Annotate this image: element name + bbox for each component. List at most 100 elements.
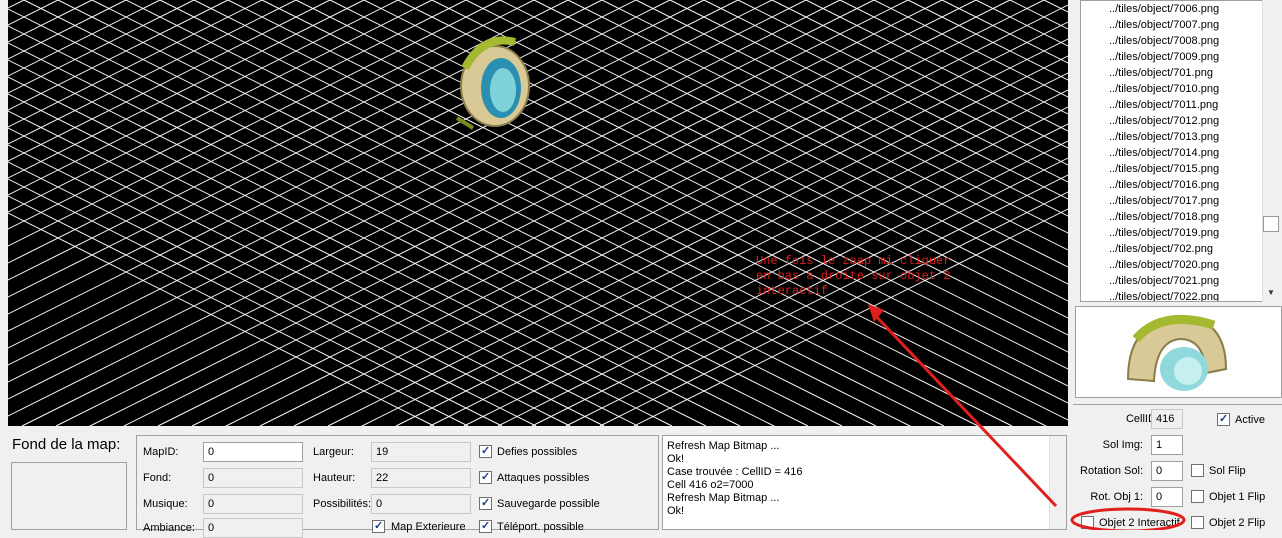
log-line: Ok! (667, 453, 685, 465)
tile-list-item[interactable]: ../tiles/object/7013.png (1081, 129, 1279, 145)
attaques-checkbox[interactable] (479, 470, 492, 484)
possibilites-label: Possibilités: (313, 498, 372, 510)
sol-flip-label: Sol Flip (1209, 465, 1246, 477)
grid-line (8, 212, 435, 426)
grid-line (907, 0, 1068, 81)
cellid-label: CellID: (1125, 413, 1159, 425)
attaques-label: Attaques possibles (497, 472, 590, 484)
grid-line (599, 191, 1068, 426)
largeur-label: Largeur: (313, 446, 354, 458)
musique-label: Musique: (143, 498, 188, 510)
tile-list-item[interactable]: ../tiles/object/702.png (1081, 241, 1279, 257)
sauvegarde-checkbox[interactable] (479, 496, 492, 510)
fond-title: Fond de la map: (12, 436, 121, 453)
objet1-flip-checkbox[interactable] (1191, 490, 1204, 503)
defies-label: Defies possibles (497, 446, 578, 458)
active-checkbox[interactable] (1217, 412, 1230, 426)
tile-list-item[interactable]: ../tiles/object/7007.png (1081, 17, 1279, 33)
log-line: Refresh Map Bitmap ... (667, 440, 780, 452)
tile-list-item[interactable]: ../tiles/object/7015.png (1081, 161, 1279, 177)
log-line: Ok! (667, 505, 685, 517)
tile-list-scrollbar[interactable] (1262, 0, 1280, 302)
ambiance-label: Ambiance: (143, 522, 195, 534)
rotation-sol-label: Rotation Sol: (1080, 465, 1143, 477)
log-line: Cell 416 o2=7000 (667, 479, 754, 491)
grid-line (839, 0, 1068, 115)
grid-line (191, 0, 1045, 426)
grid-line (635, 0, 1068, 217)
zaap-portal-sprite[interactable] (443, 28, 543, 130)
grid-line (159, 0, 1013, 426)
tile-list-scroll-thumb[interactable] (1263, 216, 1279, 232)
tile-list-item[interactable]: ../tiles/object/7014.png (1081, 145, 1279, 161)
tile-list-item[interactable]: ../tiles/object/7018.png (1081, 209, 1279, 225)
log-scrollbar[interactable] (1049, 436, 1066, 529)
grid-line (8, 76, 707, 426)
tile-list-item[interactable]: ../tiles/object/7017.png (1081, 193, 1279, 209)
grid-line (601, 0, 1068, 234)
rot-obj1-label: Rot. Obj 1: (1090, 491, 1143, 503)
annotation-text: Une fois le zaap mi cliquer en bas a dro… (756, 254, 951, 298)
objet2-flip-checkbox[interactable] (1191, 516, 1204, 529)
grid-line (463, 123, 1068, 426)
tile-list-item[interactable]: ../tiles/object/7011.png (1081, 97, 1279, 113)
mapid-field[interactable]: 0 (203, 442, 303, 462)
hauteur-label: Hauteur: (313, 472, 356, 484)
hauteur-field: 22 (371, 468, 471, 488)
log-line: Refresh Map Bitmap ... (667, 492, 780, 504)
fond-label: Fond: (143, 472, 172, 484)
sol-img-field[interactable]: 1 (1151, 435, 1183, 455)
largeur-field: 19 (371, 442, 471, 462)
tile-list-item[interactable]: ../tiles/object/7006.png (1081, 1, 1279, 17)
scroll-down-arrow-icon[interactable]: ▼ (1263, 284, 1279, 301)
teleport-label: Téléport. possible (497, 521, 584, 533)
map-properties-panel: MapID: 0 Fond: 0 Musique: 0 Ambiance: 0 … (136, 435, 659, 538)
grid-line (533, 0, 1068, 268)
defies-checkbox[interactable] (479, 444, 492, 458)
tile-file-list[interactable]: ../tiles/object/7006.png ../tiles/object/… (1080, 0, 1280, 302)
map-exterieure-checkbox[interactable] (372, 519, 385, 533)
grid-line (465, 0, 1068, 302)
grid-line (123, 0, 977, 426)
mapid-label: MapID: (143, 446, 179, 458)
tile-list-item[interactable]: ../tiles/object/7020.png (1081, 257, 1279, 273)
tile-list-item[interactable]: ../tiles/object/7012.png (1081, 113, 1279, 129)
grid-line (125, 0, 979, 426)
tile-list-item[interactable]: ../tiles/object/7016.png (1081, 177, 1279, 193)
cell-properties-panel: CellID: 416 Active Sol Img: 1 Rotation S… (1073, 404, 1282, 530)
grid-line (8, 0, 263, 128)
zaap-preview-image (1126, 315, 1228, 391)
tile-preview (1075, 306, 1282, 398)
grid-line (873, 0, 1068, 98)
fond-field: 0 (203, 468, 303, 488)
grid-line (193, 0, 1047, 426)
sol-flip-checkbox[interactable] (1191, 464, 1204, 477)
tile-list-item[interactable]: ../tiles/object/7008.png (1081, 33, 1279, 49)
musique-field: 0 (203, 494, 303, 514)
teleport-checkbox[interactable] (479, 519, 492, 533)
objet1-flip-label: Objet 1 Flip (1209, 491, 1266, 503)
tile-list-item[interactable]: ../tiles/object/7010.png (1081, 81, 1279, 97)
possibilites-field: 0 (371, 494, 471, 514)
grid-line (1043, 0, 1068, 13)
sol-img-label: Sol Img: (1102, 439, 1143, 451)
objet2-interactif-checkbox[interactable] (1081, 516, 1094, 529)
fond-preview-box[interactable] (11, 462, 127, 530)
active-label: Active (1235, 414, 1265, 426)
tile-list-item[interactable]: ../tiles/object/7022.png (1081, 289, 1279, 301)
cellid-field: 416 (1151, 409, 1183, 429)
map-exterieure-label: Map Exterieure (391, 521, 466, 533)
tile-list-item[interactable]: ../tiles/object/7021.png (1081, 273, 1279, 289)
ambiance-field: 0 (203, 518, 303, 538)
grid-line (703, 0, 1068, 183)
tile-list-item[interactable]: ../tiles/object/7009.png (1081, 49, 1279, 65)
rotation-sol-field[interactable]: 0 (1151, 461, 1183, 481)
log-line: Case trouvée : CellID = 416 (667, 466, 803, 478)
map-canvas[interactable] (8, 0, 1068, 426)
rot-obj1-field[interactable]: 0 (1151, 487, 1183, 507)
tile-list-item[interactable]: ../tiles/object/7019.png (1081, 225, 1279, 241)
log-output[interactable]: Refresh Map Bitmap ... Ok! Case trouvée : … (662, 435, 1067, 530)
tile-list-item[interactable]: ../tiles/object/701.png (1081, 65, 1279, 81)
objet2-interactif-label: Objet 2 Interactif (1099, 517, 1180, 529)
grid-line (157, 0, 1011, 426)
